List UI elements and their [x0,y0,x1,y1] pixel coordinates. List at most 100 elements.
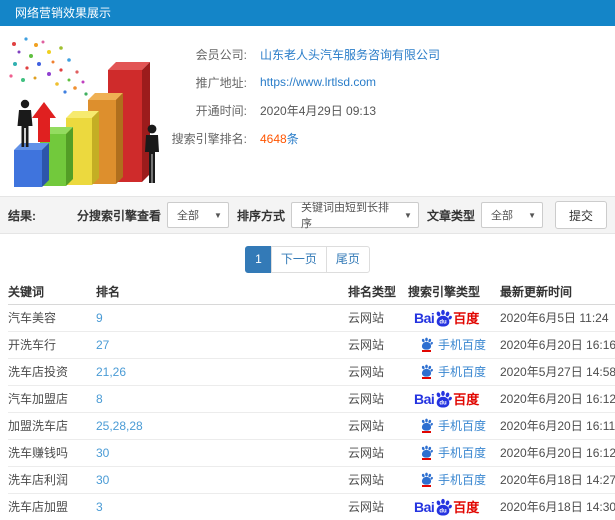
rank-link[interactable]: 30 [96,473,109,487]
rank-link[interactable]: 21,26 [96,365,126,379]
table-row: 洗车店投资 21,26 云网站 手机百度 2020年5月27日 14:58 [8,358,615,386]
baidu-logo: Bai du 百度 [408,389,479,408]
pagination: 1 下一页 尾页 [0,246,615,273]
cell-time: 2020年6月20日 16:12 [500,439,615,467]
filter-bar: 结果: 分搜索引擎查看 全部 ▼ 排序方式 关键词由短到长排序 ▼ 文章类型 全… [0,196,615,234]
baidu-logo-cn: 百度 [453,392,480,407]
sort-select-value: 关键词由短到长排序 [300,202,389,230]
mobile-baidu: 手机百度 [408,363,486,380]
mobile-baidu-paw-icon [420,364,433,379]
cell-keyword: 开洗车行 [8,331,96,359]
baidu-paw-icon: du [436,309,453,327]
company-info: 会员公司: 山东老人头汽车服务咨询有限公司 推广地址: https://www.… [165,32,615,196]
last-page-button[interactable]: 尾页 [325,246,370,273]
table-body: 汽车美容 9 云网站 Bai du 百度 2020年6月5日 11:24 开洗车… [8,304,615,520]
open-time-label: 开通时间: [195,103,247,118]
rank-count-value: 4648条 [260,130,299,147]
baidu-logo-bai: Bai [414,390,435,407]
cell-time: 2020年6月20日 16:16 [500,331,615,359]
cell-time: 2020年6月20日 16:12 [500,385,615,413]
rank-link[interactable]: 9 [96,311,103,325]
rank-count-label: 搜索引擎排名: [171,131,247,146]
cell-keyword: 加盟洗车店 [8,412,96,440]
cell-time: 2020年5月27日 14:58 [500,358,615,386]
info-row-rank-count: 搜索引擎排名: 4648条 [165,124,615,152]
page-1-button[interactable]: 1 [245,246,272,273]
growth-chart-illustration [0,32,165,196]
baidu-logo-cn: 百度 [453,500,480,515]
cell-time: 2020年6月5日 11:24 [500,304,615,332]
info-row-open-time: 开通时间: 2020年4月29日 09:13 [165,96,615,124]
results-table: 关键词 排名 排名类型 搜索引擎类型 最新更新时间 汽车美容 9 云网站 Bai [8,279,615,520]
submit-button[interactable]: 提交 [554,201,607,229]
mobile-baidu-underline [422,431,431,433]
rank-link[interactable]: 25,28,28 [96,419,143,433]
confetti-dots [9,37,88,96]
header-rank-type: 排名类型 [348,279,408,305]
sort-filter-label: 排序方式 [236,208,285,223]
mobile-baidu-underline [422,350,431,352]
cell-engine-type: 手机百度 [408,331,500,359]
mobile-baidu: 手机百度 [408,471,486,488]
company-link[interactable]: 山东老人头汽车服务咨询有限公司 [260,46,440,63]
cell-rank-type: 云网站 [348,493,408,520]
summary-section: 会员公司: 山东老人头汽车服务咨询有限公司 推广地址: https://www.… [0,26,615,196]
chevron-down-icon: ▼ [404,210,412,220]
cell-rank-type: 云网站 [348,331,408,359]
engine-select-value: 全部 [176,210,199,222]
rank-count-unit: 条 [286,131,299,146]
cell-time: 2020年6月18日 14:30 [500,493,615,520]
article-type-select-value: 全部 [490,210,513,222]
header-engine-type: 搜索引擎类型 [408,279,500,305]
info-row-url: 推广地址: https://www.lrtlsd.com [165,68,615,96]
result-label: 结果: [8,208,36,223]
table-row: 汽车加盟店 8 云网站 Bai du 百度 2020年6月20日 16:12 [8,385,615,413]
mobile-baidu: 手机百度 [408,336,486,353]
rank-count-number: 4648 [260,131,287,146]
cell-engine-type: 手机百度 [408,412,500,440]
chevron-down-icon: ▼ [528,210,536,220]
cell-rank-type: 云网站 [348,412,408,440]
chevron-down-icon: ▼ [214,210,222,220]
cell-time: 2020年6月18日 14:27 [500,466,615,494]
baidu-paw-icon: du [436,498,453,516]
results-table-wrap: 关键词 排名 排名类型 搜索引擎类型 最新更新时间 汽车美容 9 云网站 Bai [0,279,615,520]
mobile-baidu-label: 手机百度 [438,446,487,460]
mobile-baidu-underline [422,458,431,460]
next-page-button[interactable]: 下一页 [270,246,327,273]
sort-select[interactable]: 关键词由短到长排序 ▼ [290,202,419,230]
mobile-baidu-label: 手机百度 [438,365,487,379]
cell-rank-type: 云网站 [348,439,408,467]
engine-filter-label: 分搜索引擎查看 [76,208,161,223]
baidu-logo-du: du [440,508,448,514]
header-update-time: 最新更新时间 [500,279,615,305]
info-row-company: 会员公司: 山东老人头汽车服务咨询有限公司 [165,40,615,68]
baidu-logo: Bai du 百度 [408,497,479,516]
table-row: 洗车赚钱吗 30 云网站 手机百度 2020年6月20日 16:12 [8,439,615,467]
rank-link[interactable]: 3 [96,500,103,514]
baidu-logo-du: du [440,400,448,406]
table-header-row: 关键词 排名 排名类型 搜索引擎类型 最新更新时间 [8,279,615,305]
table-row: 加盟洗车店 25,28,28 云网站 手机百度 2020年6月20日 16:11 [8,412,615,440]
table-row: 洗车店加盟 3 云网站 Bai du 百度 2020年6月18日 14:30 [8,493,615,520]
baidu-logo-du: du [440,319,448,325]
baidu-logo: Bai du 百度 [408,308,479,327]
header-keyword: 关键词 [8,279,96,305]
article-type-select[interactable]: 全部 ▼ [480,202,543,228]
rank-link[interactable]: 27 [96,338,109,352]
page-title: 网络营销效果展示 [15,6,112,20]
cell-keyword: 洗车店投资 [8,358,96,386]
mobile-baidu-paw-icon [420,337,433,352]
promo-url-link[interactable]: https://www.lrtlsd.com [260,75,376,89]
rank-link[interactable]: 8 [96,392,103,406]
table-row: 开洗车行 27 云网站 手机百度 2020年6月20日 16:16 [8,331,615,359]
baidu-paw-icon: du [436,390,453,408]
bar-blue [14,143,49,187]
cell-engine-type: Bai du 百度 [408,304,500,332]
mobile-baidu-label: 手机百度 [438,473,487,487]
rank-link[interactable]: 30 [96,446,109,460]
engine-select[interactable]: 全部 ▼ [166,202,229,228]
mobile-baidu-paw-icon [420,445,433,460]
baidu-logo-bai: Bai [414,498,435,515]
mobile-baidu-label: 手机百度 [438,338,487,352]
